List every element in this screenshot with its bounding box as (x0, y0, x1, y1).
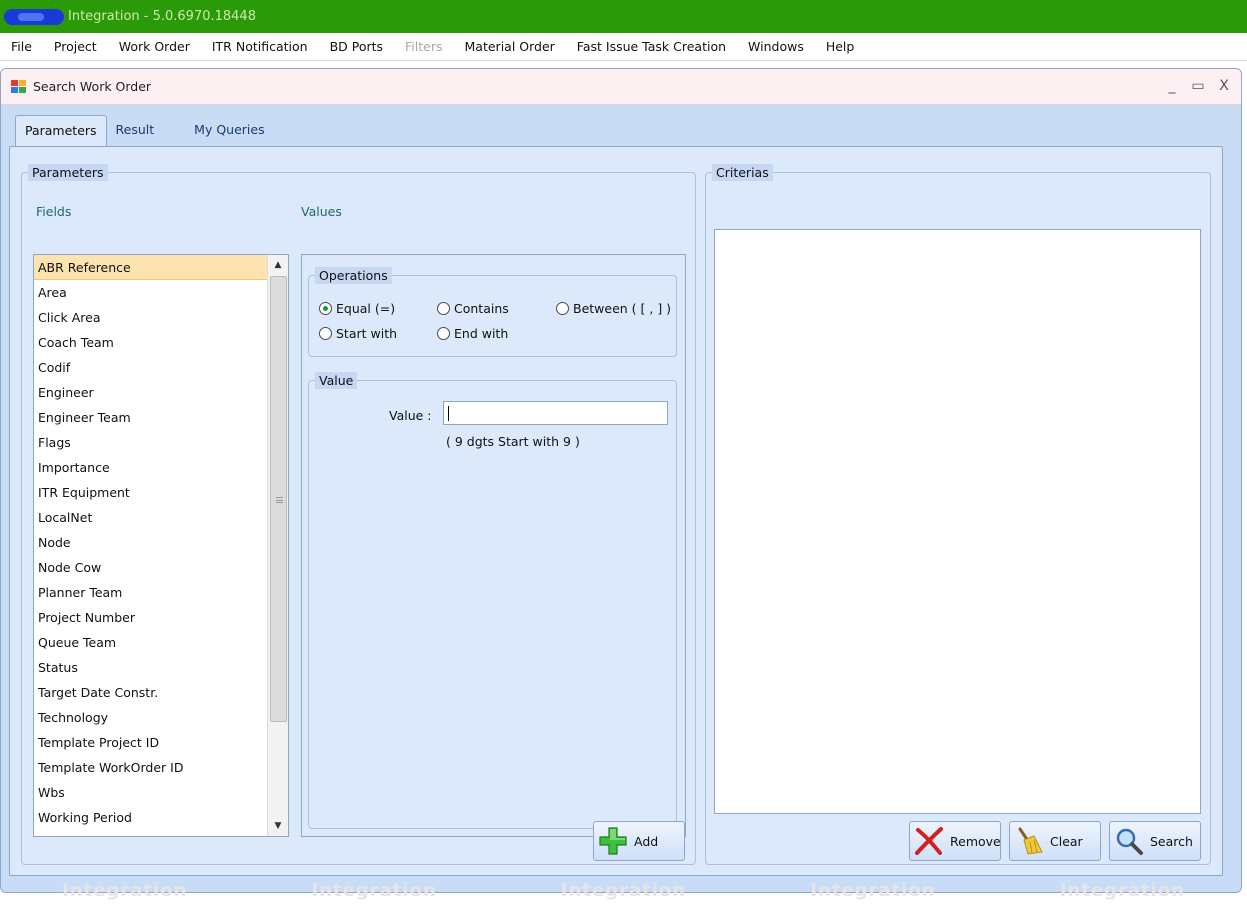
fields-label: Fields (36, 204, 72, 219)
window-header: Search Work Order _ ▭ X (1, 69, 1241, 105)
radio-between[interactable]: Between ( [ , ] ) (556, 301, 671, 316)
operations-legend: Operations (315, 267, 392, 284)
magnifier-icon (1114, 826, 1144, 856)
field-list-item[interactable]: ITR Equipment (34, 480, 288, 505)
menu-help[interactable]: Help (815, 39, 866, 54)
parameters-tab-body: Parameters Fields Values ABR Reference Ar… (9, 146, 1223, 876)
minimize-button[interactable]: _ (1165, 78, 1179, 94)
app-titlebar: Integration - 5.0.6970.18448 (0, 0, 1247, 33)
menu-itr-notification[interactable]: ITR Notification (201, 39, 319, 54)
broom-icon (1014, 826, 1044, 856)
radio-start-with-circle[interactable] (319, 327, 332, 340)
field-list-item[interactable]: Technology (34, 705, 288, 730)
field-list-item[interactable]: Status (34, 655, 288, 680)
field-list-item[interactable]: LocalNet (34, 505, 288, 530)
fields-list[interactable]: ABR Reference Area Click Area Coach Team Cod… (33, 254, 289, 837)
value-hint: ( 9 dgts Start with 9 ) (446, 434, 580, 449)
radio-between-circle[interactable] (556, 302, 569, 315)
menu-fast-issue-task-creation[interactable]: Fast Issue Task Creation (566, 39, 737, 54)
window-title: Search Work Order (33, 79, 152, 94)
field-list-item[interactable]: Template Project ID (34, 730, 288, 755)
field-list-item[interactable]: Project Number (34, 605, 288, 630)
radio-end-with-circle[interactable] (437, 327, 450, 340)
scroll-down-icon[interactable]: ▼ (268, 816, 288, 836)
criterias-group: Criterias (705, 164, 1211, 865)
field-list-item[interactable]: Flags (34, 430, 288, 455)
field-list-item[interactable]: Planner Team (34, 580, 288, 605)
radio-contains[interactable]: Contains (437, 301, 509, 316)
field-list-item[interactable]: Coach Team (34, 330, 288, 355)
values-panel: Operations Equal (=) Contains Between ( … (301, 254, 686, 837)
add-button[interactable]: Add (593, 821, 685, 861)
menu-project[interactable]: Project (43, 39, 108, 54)
field-list-item[interactable]: Engineer Team (34, 405, 288, 430)
field-list-item[interactable]: Importance (34, 455, 288, 480)
value-field-label: Value : (389, 408, 432, 423)
tab-result[interactable]: Result (107, 115, 164, 146)
radio-end-with[interactable]: End with (437, 326, 508, 341)
field-list-item[interactable]: Engineer (34, 380, 288, 405)
scroll-up-icon[interactable]: ▲ (268, 255, 288, 275)
menu-bar: File Project Work Order ITR Notification… (0, 33, 1247, 61)
tab-strip: Parameters Result My Queries (15, 115, 274, 146)
field-list-item[interactable]: Working Period (34, 805, 288, 830)
menu-bd-ports[interactable]: BD Ports (319, 39, 394, 54)
search-button[interactable]: Search (1109, 821, 1201, 861)
field-list-item[interactable]: ABR Reference (34, 255, 288, 280)
app-title: Integration - 5.0.6970.18448 (68, 9, 256, 24)
field-list-item[interactable]: Area (34, 280, 288, 305)
close-button[interactable]: X (1217, 78, 1231, 94)
values-label: Values (301, 204, 342, 219)
menu-work-order[interactable]: Work Order (108, 39, 201, 54)
value-input[interactable] (443, 401, 668, 425)
criteria-list[interactable] (714, 229, 1201, 814)
radio-start-with[interactable]: Start with (319, 326, 397, 341)
search-work-order-window: Search Work Order _ ▭ X Parameters Resul… (0, 68, 1242, 893)
radio-equal-circle[interactable] (319, 302, 332, 315)
menu-windows[interactable]: Windows (737, 39, 815, 54)
parameters-legend: Parameters (28, 164, 108, 181)
field-list-item[interactable]: Template WorkOrder ID (34, 755, 288, 780)
red-x-icon (914, 826, 944, 856)
tab-parameters[interactable]: Parameters (15, 115, 107, 146)
value-legend: Value (315, 372, 358, 389)
field-list-item[interactable]: Codif (34, 355, 288, 380)
field-list-item[interactable]: Node Cow (34, 555, 288, 580)
field-list-item[interactable]: Click Area (34, 305, 288, 330)
remove-button[interactable]: Remove (909, 821, 1001, 861)
app-logo-icon (4, 8, 64, 25)
field-list-item[interactable]: Queue Team (34, 630, 288, 655)
field-list-item[interactable]: Target Date Constr. (34, 680, 288, 705)
field-list-item[interactable]: Node (34, 530, 288, 555)
menu-material-order[interactable]: Material Order (454, 39, 566, 54)
radio-contains-circle[interactable] (437, 302, 450, 315)
maximize-button[interactable]: ▭ (1191, 78, 1205, 94)
tab-my-queries[interactable]: My Queries (185, 115, 273, 146)
criterias-legend: Criterias (712, 164, 773, 181)
parameters-group: Parameters Fields Values ABR Reference Ar… (21, 164, 696, 865)
radio-equal[interactable]: Equal (=) (319, 301, 395, 316)
background-watermark: Integration Integration Integration Inte… (62, 880, 1185, 901)
value-group: Value Value : ( 9 dgts Start with 9 ) (308, 372, 677, 829)
field-list-item[interactable]: Wbs (34, 780, 288, 805)
text-caret (448, 406, 449, 421)
plus-icon (598, 826, 628, 856)
window-app-icon (11, 79, 27, 94)
menu-file[interactable]: File (0, 39, 43, 54)
fields-scrollbar[interactable]: ▲ ▼ (267, 255, 288, 836)
scroll-thumb[interactable] (270, 276, 287, 722)
clear-button[interactable]: Clear (1009, 821, 1101, 861)
menu-filters: Filters (405, 39, 443, 54)
operations-group: Operations Equal (=) Contains Between ( … (308, 267, 677, 357)
